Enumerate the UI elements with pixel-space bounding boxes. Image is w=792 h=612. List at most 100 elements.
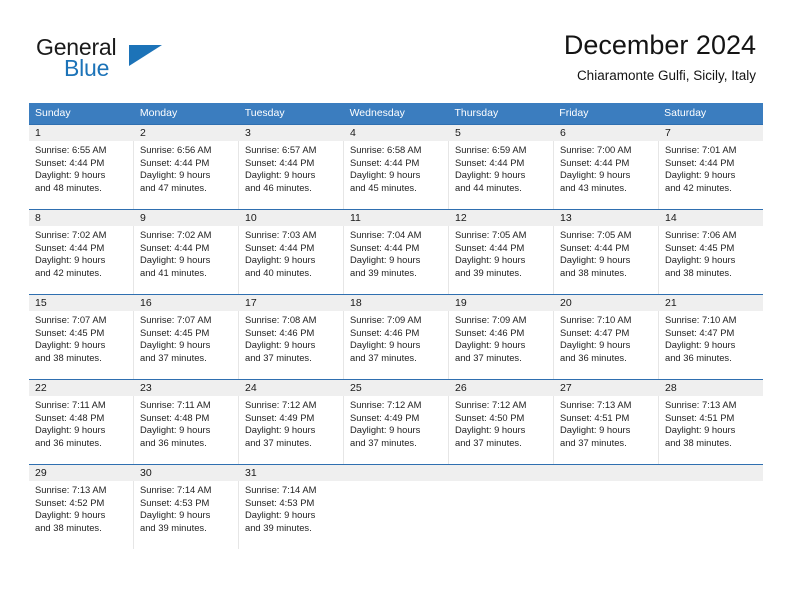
week-daynumber-band: 22 23 24 25 26 27 28 bbox=[29, 380, 763, 396]
week-row: 1 2 3 4 5 6 7 Sunrise: 6:55 AM Sunset: 4… bbox=[29, 124, 763, 209]
weekday-header-tuesday: Tuesday bbox=[244, 107, 285, 119]
day-number: 24 bbox=[238, 380, 343, 396]
sunrise-text: Sunrise: 7:14 AM bbox=[245, 484, 317, 495]
day-cell[interactable]: Sunrise: 7:13 AM Sunset: 4:51 PM Dayligh… bbox=[553, 396, 658, 464]
day-cell[interactable]: Sunrise: 7:09 AM Sunset: 4:46 PM Dayligh… bbox=[343, 311, 448, 379]
day-number: 13 bbox=[553, 210, 658, 226]
sunrise-text: Sunrise: 7:06 AM bbox=[665, 229, 737, 240]
daylight-text-cont: and 39 minutes. bbox=[350, 266, 417, 278]
daylight-text: Daylight: 9 hours bbox=[560, 339, 631, 351]
daylight-text: Daylight: 9 hours bbox=[245, 339, 316, 351]
daylight-text-cont: and 36 minutes. bbox=[140, 436, 207, 448]
day-cell[interactable]: Sunrise: 7:14 AM Sunset: 4:53 PM Dayligh… bbox=[238, 481, 343, 549]
sunrise-text: Sunrise: 6:56 AM bbox=[140, 144, 212, 155]
day-cell[interactable]: Sunrise: 7:11 AM Sunset: 4:48 PM Dayligh… bbox=[29, 396, 133, 464]
daylight-text-cont: and 38 minutes. bbox=[665, 266, 732, 278]
sunset-text: Sunset: 4:51 PM bbox=[665, 411, 735, 423]
day-cell[interactable]: Sunrise: 6:59 AM Sunset: 4:44 PM Dayligh… bbox=[448, 141, 553, 209]
day-cell[interactable]: Sunrise: 7:12 AM Sunset: 4:49 PM Dayligh… bbox=[238, 396, 343, 464]
daylight-text-cont: and 39 minutes. bbox=[140, 521, 207, 533]
day-number: 10 bbox=[238, 210, 343, 226]
day-cell[interactable]: Sunrise: 6:55 AM Sunset: 4:44 PM Dayligh… bbox=[29, 141, 133, 209]
day-cell[interactable]: Sunrise: 7:07 AM Sunset: 4:45 PM Dayligh… bbox=[29, 311, 133, 379]
day-cell[interactable]: Sunrise: 6:58 AM Sunset: 4:44 PM Dayligh… bbox=[343, 141, 448, 209]
daylight-text: Daylight: 9 hours bbox=[560, 254, 631, 266]
sunset-text: Sunset: 4:44 PM bbox=[560, 156, 630, 168]
day-number: 30 bbox=[133, 465, 238, 481]
daylight-text-cont: and 45 minutes. bbox=[350, 181, 417, 193]
day-cell[interactable]: Sunrise: 7:00 AM Sunset: 4:44 PM Dayligh… bbox=[553, 141, 658, 209]
daylight-text: Daylight: 9 hours bbox=[350, 424, 421, 436]
sunset-text: Sunset: 4:44 PM bbox=[245, 156, 315, 168]
day-cell[interactable]: Sunrise: 6:57 AM Sunset: 4:44 PM Dayligh… bbox=[238, 141, 343, 209]
sunset-text: Sunset: 4:47 PM bbox=[560, 326, 630, 338]
weekday-header-friday: Friday bbox=[559, 107, 589, 119]
logo-triangle-icon bbox=[129, 45, 162, 66]
day-cell[interactable]: Sunrise: 7:03 AM Sunset: 4:44 PM Dayligh… bbox=[238, 226, 343, 294]
weekday-header-row: Sunday Monday Tuesday Wednesday Thursday… bbox=[29, 103, 763, 124]
sunrise-text: Sunrise: 7:07 AM bbox=[35, 314, 107, 325]
day-cell[interactable]: Sunrise: 7:12 AM Sunset: 4:50 PM Dayligh… bbox=[448, 396, 553, 464]
day-cell[interactable]: Sunrise: 6:56 AM Sunset: 4:44 PM Dayligh… bbox=[133, 141, 238, 209]
sunrise-text: Sunrise: 7:02 AM bbox=[140, 229, 212, 240]
day-cell[interactable]: Sunrise: 7:11 AM Sunset: 4:48 PM Dayligh… bbox=[133, 396, 238, 464]
sunset-text: Sunset: 4:47 PM bbox=[665, 326, 735, 338]
day-cell[interactable]: Sunrise: 7:13 AM Sunset: 4:51 PM Dayligh… bbox=[658, 396, 763, 464]
daylight-text-cont: and 37 minutes. bbox=[350, 436, 417, 448]
sunrise-text: Sunrise: 6:57 AM bbox=[245, 144, 317, 155]
day-cell-empty bbox=[658, 481, 763, 549]
daylight-text-cont: and 42 minutes. bbox=[665, 181, 732, 193]
daylight-text-cont: and 36 minutes. bbox=[665, 351, 732, 363]
sunrise-text: Sunrise: 7:02 AM bbox=[35, 229, 107, 240]
day-number: 20 bbox=[553, 295, 658, 311]
day-cell[interactable]: Sunrise: 7:01 AM Sunset: 4:44 PM Dayligh… bbox=[658, 141, 763, 209]
week-row: 15 16 17 18 19 20 21 Sunrise: 7:07 AM Su… bbox=[29, 294, 763, 379]
day-cell[interactable]: Sunrise: 7:08 AM Sunset: 4:46 PM Dayligh… bbox=[238, 311, 343, 379]
week-row: 29 30 31 Sunrise: 7:13 AM Sunset: 4:52 P… bbox=[29, 464, 763, 549]
day-cell[interactable]: Sunrise: 7:07 AM Sunset: 4:45 PM Dayligh… bbox=[133, 311, 238, 379]
day-cell[interactable]: Sunrise: 7:13 AM Sunset: 4:52 PM Dayligh… bbox=[29, 481, 133, 549]
day-number: 18 bbox=[343, 295, 448, 311]
day-cell[interactable]: Sunrise: 7:05 AM Sunset: 4:44 PM Dayligh… bbox=[553, 226, 658, 294]
daylight-text-cont: and 37 minutes. bbox=[455, 436, 522, 448]
day-cell[interactable]: Sunrise: 7:10 AM Sunset: 4:47 PM Dayligh… bbox=[553, 311, 658, 379]
sunrise-text: Sunrise: 7:07 AM bbox=[140, 314, 212, 325]
weekday-header-wednesday: Wednesday bbox=[349, 107, 405, 119]
day-cell[interactable]: Sunrise: 7:10 AM Sunset: 4:47 PM Dayligh… bbox=[658, 311, 763, 379]
day-cell[interactable]: Sunrise: 7:05 AM Sunset: 4:44 PM Dayligh… bbox=[448, 226, 553, 294]
daylight-text: Daylight: 9 hours bbox=[350, 169, 421, 181]
daylight-text-cont: and 47 minutes. bbox=[140, 181, 207, 193]
week-detail-band: Sunrise: 7:02 AM Sunset: 4:44 PM Dayligh… bbox=[29, 226, 763, 294]
day-cell[interactable]: Sunrise: 7:04 AM Sunset: 4:44 PM Dayligh… bbox=[343, 226, 448, 294]
daylight-text: Daylight: 9 hours bbox=[140, 509, 211, 521]
daylight-text-cont: and 36 minutes. bbox=[35, 436, 102, 448]
sunrise-text: Sunrise: 7:12 AM bbox=[455, 399, 527, 410]
day-cell[interactable]: Sunrise: 7:02 AM Sunset: 4:44 PM Dayligh… bbox=[133, 226, 238, 294]
sunset-text: Sunset: 4:46 PM bbox=[455, 326, 525, 338]
daylight-text: Daylight: 9 hours bbox=[245, 254, 316, 266]
day-number-empty bbox=[343, 465, 448, 481]
day-number: 19 bbox=[448, 295, 553, 311]
sunset-text: Sunset: 4:44 PM bbox=[140, 241, 210, 253]
sunrise-text: Sunrise: 7:00 AM bbox=[560, 144, 632, 155]
daylight-text: Daylight: 9 hours bbox=[560, 424, 631, 436]
day-cell[interactable]: Sunrise: 7:02 AM Sunset: 4:44 PM Dayligh… bbox=[29, 226, 133, 294]
daylight-text-cont: and 36 minutes. bbox=[560, 351, 627, 363]
general-blue-logo[interactable]: General Blue bbox=[36, 34, 266, 90]
day-cell[interactable]: Sunrise: 7:06 AM Sunset: 4:45 PM Dayligh… bbox=[658, 226, 763, 294]
day-cell[interactable]: Sunrise: 7:09 AM Sunset: 4:46 PM Dayligh… bbox=[448, 311, 553, 379]
day-cell[interactable]: Sunrise: 7:14 AM Sunset: 4:53 PM Dayligh… bbox=[133, 481, 238, 549]
day-cell-empty bbox=[448, 481, 553, 549]
daylight-text: Daylight: 9 hours bbox=[665, 424, 736, 436]
daylight-text: Daylight: 9 hours bbox=[455, 169, 526, 181]
sunset-text: Sunset: 4:45 PM bbox=[35, 326, 105, 338]
week-detail-band: Sunrise: 7:13 AM Sunset: 4:52 PM Dayligh… bbox=[29, 481, 763, 549]
sunset-text: Sunset: 4:44 PM bbox=[560, 241, 630, 253]
daylight-text-cont: and 37 minutes. bbox=[350, 351, 417, 363]
sunset-text: Sunset: 4:52 PM bbox=[35, 496, 105, 508]
week-daynumber-band: 15 16 17 18 19 20 21 bbox=[29, 295, 763, 311]
daylight-text-cont: and 38 minutes. bbox=[35, 521, 102, 533]
day-number: 27 bbox=[553, 380, 658, 396]
daylight-text: Daylight: 9 hours bbox=[350, 254, 421, 266]
day-cell[interactable]: Sunrise: 7:12 AM Sunset: 4:49 PM Dayligh… bbox=[343, 396, 448, 464]
